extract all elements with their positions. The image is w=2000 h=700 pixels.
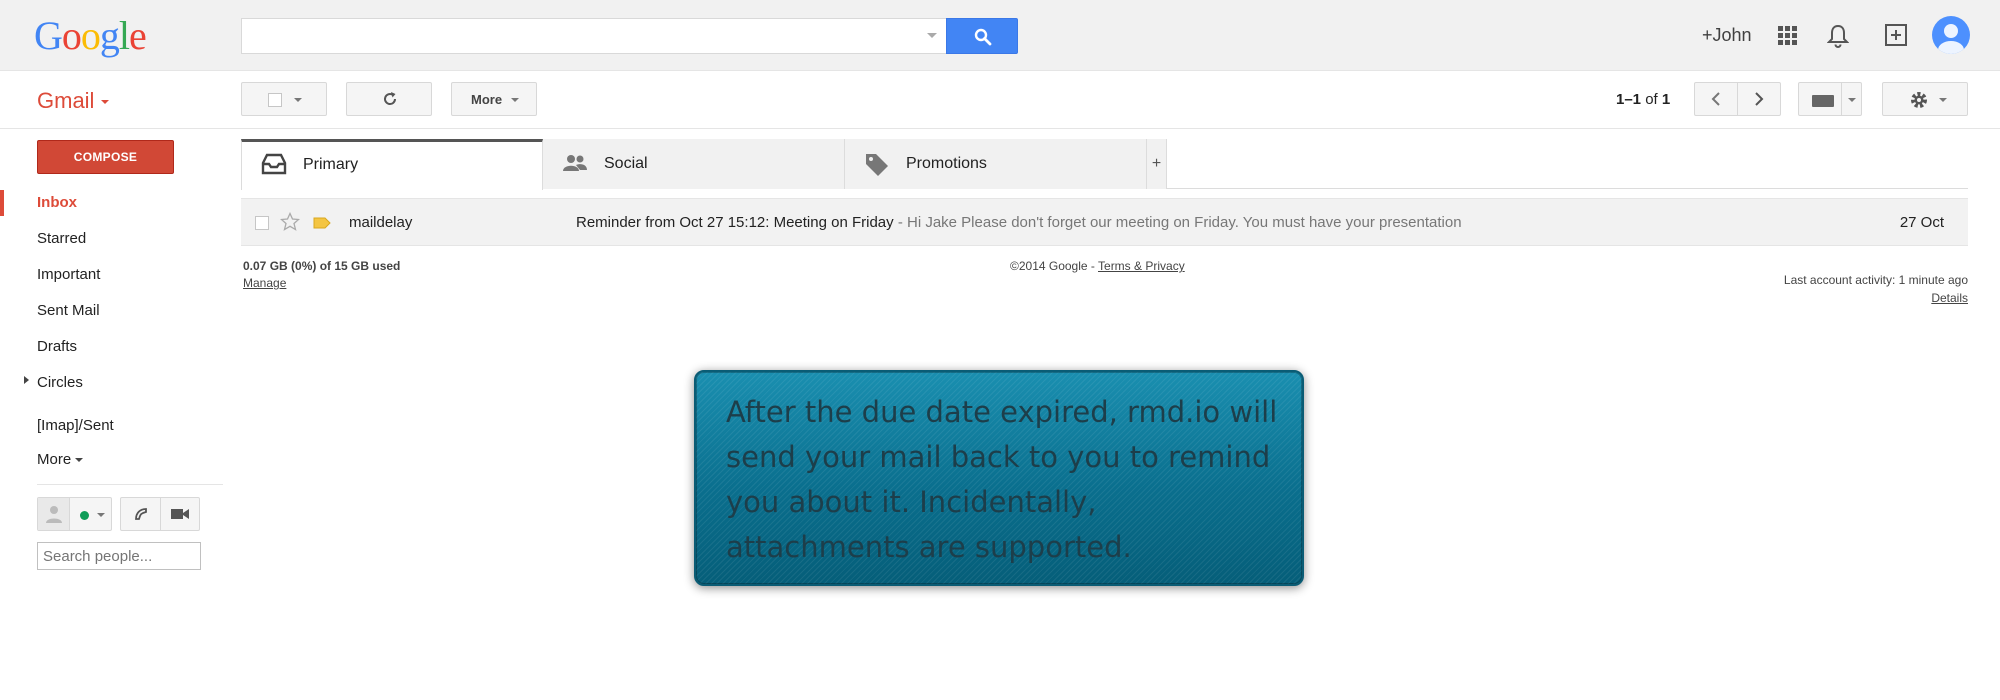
- select-checkbox[interactable]: [268, 93, 282, 107]
- divider: [37, 484, 223, 485]
- settings-button[interactable]: [1882, 82, 1968, 116]
- message-subject-snippet: Reminder from Oct 27 15:12: Meeting on F…: [576, 214, 1596, 231]
- tab-social[interactable]: Social: [543, 139, 845, 189]
- chevron-down-icon: [101, 100, 110, 105]
- sidebar-item-imap-sent[interactable]: [Imap]/Sent: [37, 417, 114, 434]
- more-label: More: [471, 92, 503, 107]
- callout-text: After the due date expired, rmd.io will …: [726, 395, 1278, 564]
- chevron-down-icon[interactable]: [1848, 98, 1856, 102]
- gear-icon: [1911, 92, 1927, 108]
- page-of: of: [1645, 91, 1658, 108]
- star-icon[interactable]: [280, 212, 300, 232]
- last-activity: Last account activity: 1 minute ago: [1783, 273, 1968, 287]
- sidebar-item-starred[interactable]: Starred: [37, 230, 86, 247]
- refresh-button[interactable]: [346, 82, 432, 116]
- message-sender: maildelay: [349, 214, 413, 231]
- copyright-text: ©2014 Google -: [1010, 259, 1099, 273]
- more-label: More: [37, 451, 72, 468]
- chat-avatar: [38, 498, 70, 530]
- people-icon: [563, 155, 587, 171]
- terms-privacy-link[interactable]: Terms & Privacy: [1098, 259, 1185, 273]
- active-indicator: [0, 190, 4, 216]
- divider: [1841, 83, 1842, 115]
- online-status-icon: [80, 511, 89, 520]
- compose-button[interactable]: COMPOSE: [37, 140, 174, 174]
- tab-label: Promotions: [906, 155, 987, 172]
- chevron-down-icon: [511, 98, 519, 102]
- logo-letter: G: [34, 13, 63, 58]
- gmail-app-switcher[interactable]: Gmail: [37, 88, 110, 114]
- share-icon[interactable]: [1884, 23, 1908, 47]
- pagination-count: 1–1 of 1: [1616, 91, 1670, 108]
- action-toolbar: Gmail More 1–1 of 1: [0, 72, 2000, 129]
- search-icon: [974, 28, 992, 46]
- search-box: [241, 18, 947, 54]
- chevron-left-icon: [1711, 92, 1720, 106]
- phone-icon[interactable]: [133, 506, 149, 522]
- logo-letter: o: [61, 13, 82, 58]
- refresh-icon: [384, 92, 397, 105]
- sidebar-item-important[interactable]: Important: [37, 266, 100, 283]
- logo-letter: l: [118, 13, 130, 58]
- search-input[interactable]: [242, 19, 946, 53]
- search-button[interactable]: [946, 18, 1018, 54]
- message-subject: Reminder from Oct 27 15:12: Meeting on F…: [576, 214, 894, 231]
- keyboard-icon: [1812, 95, 1834, 107]
- tab-primary[interactable]: Primary: [241, 139, 543, 190]
- select-all-button[interactable]: [241, 82, 327, 116]
- divider: [160, 498, 161, 530]
- tab-label: Primary: [303, 156, 359, 173]
- tab-label: Social: [604, 155, 648, 172]
- chat-status-button[interactable]: [37, 497, 112, 531]
- older-button[interactable]: [1737, 82, 1781, 116]
- more-actions-button[interactable]: More: [451, 82, 537, 116]
- table-row[interactable]: maildelay Reminder from Oct 27 15:12: Me…: [241, 198, 1968, 246]
- chevron-down-icon: [97, 513, 105, 517]
- chevron-down-icon: [1939, 98, 1947, 102]
- activity-details-link[interactable]: Details: [1931, 291, 1968, 305]
- chevron-down-icon: [294, 98, 302, 102]
- search-people-input[interactable]: [37, 542, 201, 570]
- message-snippet: - Hi Jake Please don't forget our meetin…: [893, 214, 1462, 231]
- apps-icon[interactable]: [1778, 26, 1798, 46]
- tag-icon: [866, 154, 888, 176]
- sidebar-item-sent-mail[interactable]: Sent Mail: [37, 302, 100, 319]
- bell-icon[interactable]: [1827, 23, 1849, 49]
- input-tools-button[interactable]: [1798, 82, 1862, 116]
- avatar[interactable]: [1932, 16, 1970, 54]
- top-bar: Google +John: [0, 0, 2000, 71]
- app-label: Gmail: [37, 88, 95, 113]
- storage-usage: 0.07 GB (0%) of 15 GB used: [243, 259, 401, 273]
- logo-letter: e: [129, 13, 147, 58]
- category-tabs: Primary Social Promotions +: [241, 139, 1968, 190]
- message-date: 27 Oct: [1899, 214, 1944, 231]
- newer-button[interactable]: [1694, 82, 1738, 116]
- row-checkbox[interactable]: [255, 216, 269, 230]
- page-total: 1: [1661, 91, 1671, 108]
- sidebar-item-circles[interactable]: Circles: [37, 374, 83, 391]
- call-buttons: [120, 497, 200, 531]
- page-range: 1–1: [1616, 91, 1642, 108]
- manage-storage-link[interactable]: Manage: [243, 276, 286, 290]
- tab-promotions[interactable]: Promotions: [845, 139, 1147, 189]
- promo-callout: After the due date expired, rmd.io will …: [694, 370, 1304, 586]
- inbox-icon: [261, 153, 287, 175]
- user-profile-link[interactable]: +John: [1702, 25, 1752, 46]
- person-icon: [1938, 24, 1964, 54]
- search-options-dropdown[interactable]: [927, 33, 937, 38]
- sidebar-item-drafts[interactable]: Drafts: [37, 338, 77, 355]
- importance-marker-icon[interactable]: [313, 217, 331, 229]
- video-camera-icon[interactable]: [170, 507, 190, 521]
- copyright-notice: ©2014 Google - Terms & Privacy: [1010, 259, 1185, 273]
- sidebar-item-inbox[interactable]: Inbox: [37, 194, 77, 211]
- chevron-right-icon: [1755, 92, 1764, 106]
- google-logo[interactable]: Google: [34, 13, 147, 58]
- expand-arrow-icon[interactable]: [24, 376, 29, 384]
- add-tab-button[interactable]: +: [1147, 139, 1167, 189]
- chevron-down-icon: [75, 458, 84, 463]
- logo-letter: o: [80, 13, 101, 58]
- logo-letter: g: [99, 13, 120, 58]
- sidebar-item-more[interactable]: More: [37, 451, 84, 468]
- person-icon: [46, 506, 62, 523]
